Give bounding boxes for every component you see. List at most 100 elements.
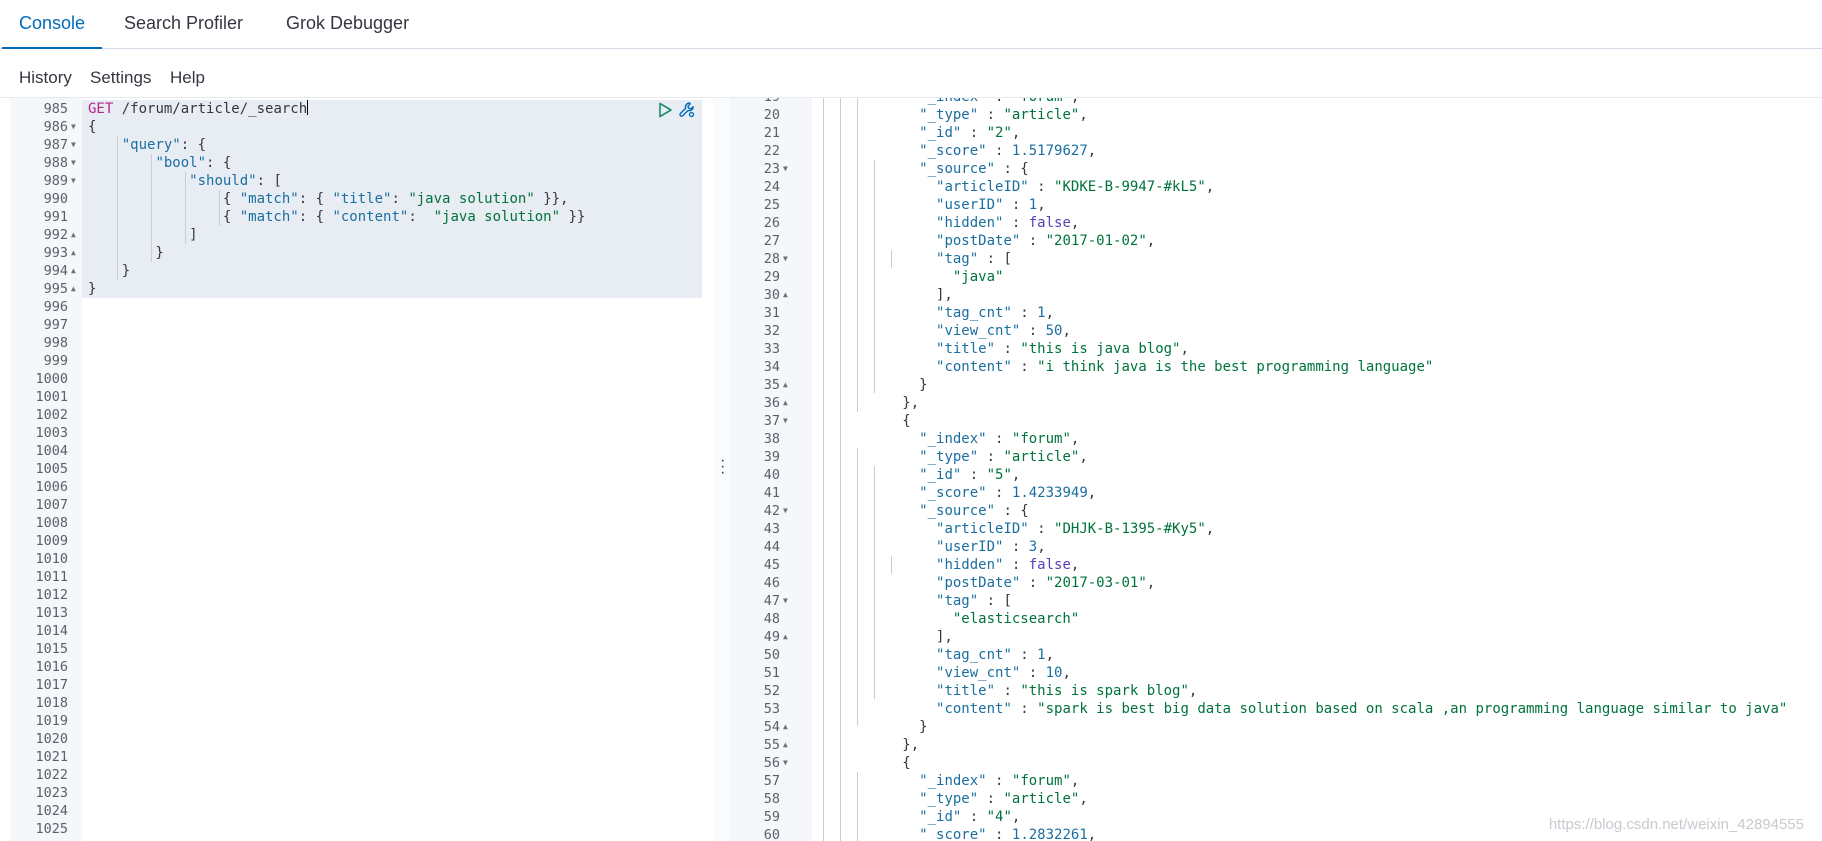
response-viewer[interactable]: 19 "_index" : "forum",20 "_type" : "arti…: [730, 98, 1822, 841]
line-number: 1016: [35, 659, 68, 675]
line-number: 997: [43, 317, 68, 333]
line-number: 29: [763, 269, 780, 285]
request-line: 995 ▲}: [10, 280, 713, 298]
line-number: 47: [763, 593, 780, 609]
request-line: 1005: [10, 460, 713, 478]
menu-help[interactable]: Help: [170, 49, 205, 97]
fold-collapse-icon[interactable]: ▼: [71, 172, 76, 190]
response-line: 23 ▼ "_source" : {: [730, 160, 1822, 178]
tab-grok-debugger[interactable]: Grok Debugger: [286, 0, 409, 48]
line-number: 991: [43, 209, 68, 225]
response-line: 32 "view_cnt" : 50,: [730, 322, 1822, 340]
response-line: 50 "tag_cnt" : 1,: [730, 646, 1822, 664]
line-number: 1012: [35, 587, 68, 603]
line-number: 53: [763, 701, 780, 717]
fold-collapse-icon[interactable]: ▼: [783, 502, 788, 520]
code-text: }: [88, 263, 131, 279]
fold-expand-icon[interactable]: ▲: [71, 262, 76, 280]
fold-collapse-icon[interactable]: ▼: [783, 160, 788, 178]
drag-handle-icon[interactable]: · · ·: [720, 453, 725, 481]
fold-expand-icon[interactable]: ▲: [71, 244, 76, 262]
fold-expand-icon[interactable]: ▲: [783, 376, 788, 394]
fold-collapse-icon[interactable]: ▼: [783, 754, 788, 772]
code-text: "postDate" : "2017-03-01",: [936, 575, 1156, 591]
code-text: "elasticsearch": [952, 611, 1080, 627]
line-number: 35: [763, 377, 780, 393]
request-line: 1021: [10, 748, 713, 766]
menu-settings[interactable]: Settings: [90, 49, 151, 97]
line-number: 1025: [35, 821, 68, 837]
play-icon[interactable]: [656, 101, 674, 119]
line-number: 993: [43, 245, 68, 261]
line-number: 22: [763, 143, 780, 159]
request-line: 1018: [10, 694, 713, 712]
code-text: "articleID" : "DHJK-B-1395-#Ky5",: [936, 521, 1215, 537]
response-line: 28 ▼ "tag" : [: [730, 250, 1822, 268]
fold-expand-icon[interactable]: ▲: [71, 280, 76, 298]
fold-expand-icon[interactable]: ▲: [783, 718, 788, 736]
code-text: "tag" : [: [936, 593, 1012, 609]
line-number: 57: [763, 773, 780, 789]
line-number: 1023: [35, 785, 68, 801]
menu-history[interactable]: History: [19, 49, 72, 97]
response-line: 31 "tag_cnt" : 1,: [730, 304, 1822, 322]
code-text: "content" : "spark is best big data solu…: [936, 701, 1788, 717]
request-line: 1008: [10, 514, 713, 532]
request-method: GET: [88, 101, 114, 117]
code-text: { "match": { "title": "java solution" }}…: [88, 191, 569, 207]
fold-collapse-icon[interactable]: ▼: [71, 118, 76, 136]
request-line: 1007: [10, 496, 713, 514]
response-line: 21 "_id" : "2",: [730, 124, 1822, 142]
request-editor[interactable]: 985 GET /forum/article/_search 986 ▼{987 ▼ "…: [10, 98, 713, 841]
wrench-icon[interactable]: [678, 101, 696, 119]
line-number: 52: [763, 683, 780, 699]
response-line: 56 ▼ {: [730, 754, 1822, 772]
line-number: 34: [763, 359, 780, 375]
tab-console[interactable]: Console: [1, 0, 103, 49]
response-line: 19 "_index" : "forum",: [730, 98, 1822, 106]
line-number: 998: [43, 335, 68, 351]
request-line: 1019: [10, 712, 713, 730]
fold-expand-icon[interactable]: ▲: [783, 286, 788, 304]
line-number: 992: [43, 227, 68, 243]
line-number: 1009: [35, 533, 68, 549]
fold-collapse-icon[interactable]: ▼: [71, 136, 76, 154]
tab-search-profiler[interactable]: Search Profiler: [124, 0, 243, 48]
app-tabs: Console Search Profiler Grok Debugger: [0, 0, 1822, 49]
fold-expand-icon[interactable]: ▲: [783, 394, 788, 412]
response-line: 53 "content" : "spark is best big data s…: [730, 700, 1822, 718]
request-line: 1011: [10, 568, 713, 586]
code-text: "_source" : {: [919, 161, 1029, 177]
line-number: 1020: [35, 731, 68, 747]
line-number: 995: [43, 281, 68, 297]
request-line: 1000: [10, 370, 713, 388]
request-line: 1006: [10, 478, 713, 496]
line-number: 21: [763, 125, 780, 141]
fold-expand-icon[interactable]: ▲: [783, 628, 788, 646]
request-line: 990 { "match": { "title": "java solution…: [10, 190, 713, 208]
fold-expand-icon[interactable]: ▲: [783, 736, 788, 754]
line-number: 44: [763, 539, 780, 555]
pane-resizer[interactable]: · · ·: [713, 98, 730, 841]
line-number: 32: [763, 323, 780, 339]
line-number: 1007: [35, 497, 68, 513]
code-text: "_score" : 1.2832261,: [919, 827, 1097, 841]
response-line: 42 ▼ "_source" : {: [730, 502, 1822, 520]
fold-collapse-icon[interactable]: ▼: [71, 154, 76, 172]
fold-collapse-icon[interactable]: ▼: [783, 592, 788, 610]
code-text: "should": [: [189, 173, 282, 189]
fold-collapse-icon[interactable]: ▼: [783, 412, 788, 430]
fold-collapse-icon[interactable]: ▼: [783, 250, 788, 268]
request-line: 1013: [10, 604, 713, 622]
response-line: 43 "articleID" : "DHJK-B-1395-#Ky5",: [730, 520, 1822, 538]
code-text: ],: [818, 629, 953, 645]
request-line: 988 ▼ "bool": {: [10, 154, 713, 172]
line-number: 1013: [35, 605, 68, 621]
fold-expand-icon[interactable]: ▲: [71, 226, 76, 244]
line-number: 41: [763, 485, 780, 501]
code-text: "_index" : "forum",: [919, 773, 1080, 789]
request-line: 1002: [10, 406, 713, 424]
code-text: "query": {: [121, 137, 207, 153]
code-text: "title" : "this is spark blog",: [936, 683, 1198, 699]
response-line: 44 "userID" : 3,: [730, 538, 1822, 556]
